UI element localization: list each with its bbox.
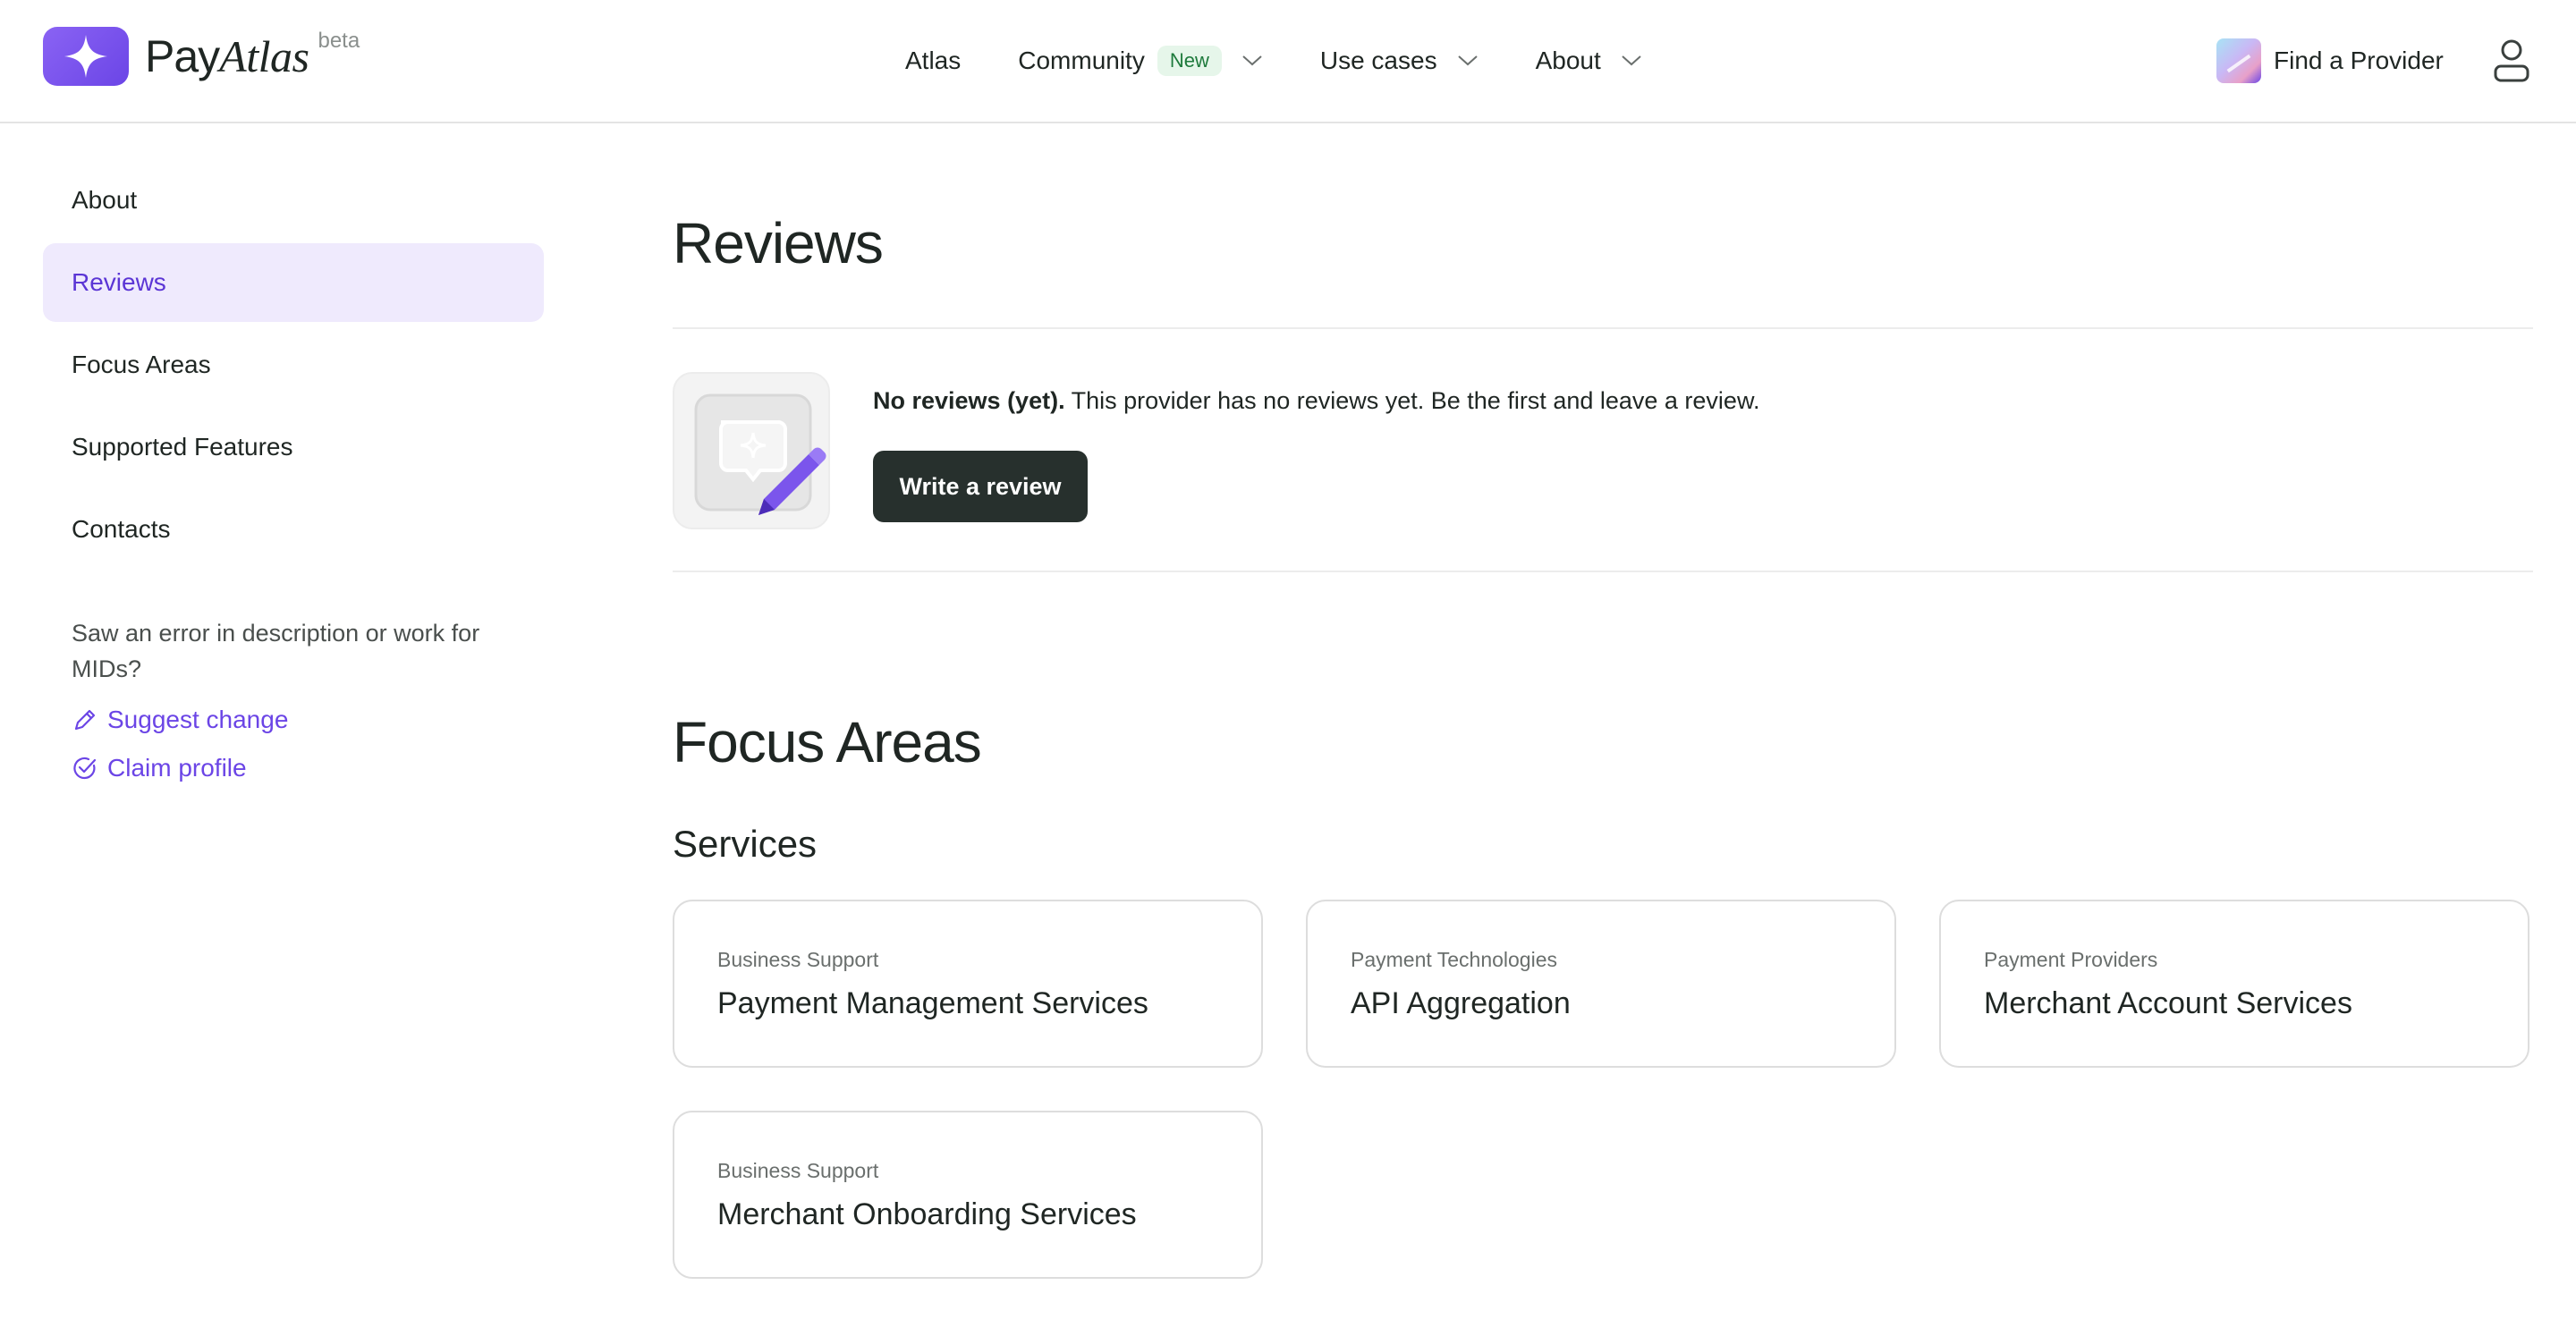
sidebar-item-reviews[interactable]: Reviews	[43, 243, 544, 322]
nav-item-atlas[interactable]: Atlas	[905, 47, 961, 75]
find-provider-icon	[2216, 38, 2261, 83]
chevron-down-icon	[1242, 55, 1262, 66]
main-content: Reviews No reviews (yet). This provider …	[673, 161, 2533, 1279]
reviews-heading: Reviews	[673, 211, 884, 275]
find-provider-label: Find a Provider	[2274, 47, 2444, 74]
nav-item-community[interactable]: Community New	[1018, 46, 1263, 76]
nav-item-use-cases[interactable]: Use cases	[1320, 47, 1479, 75]
review-empty-text: No reviews (yet). This provider has no r…	[873, 383, 1759, 522]
logo-atlas-text: Atlas	[219, 31, 309, 81]
service-category: Payment Technologies	[1351, 948, 1557, 971]
beta-label: beta	[318, 29, 360, 53]
sidebar-item-supported-features[interactable]: Supported Features	[43, 408, 544, 486]
services-heading: Services	[673, 823, 818, 865]
sidebar-item-about[interactable]: About	[43, 161, 544, 240]
error-report-note: Saw an error in description or work for …	[72, 620, 480, 682]
nav-item-label: Use cases	[1319, 47, 1437, 74]
sidebar-item-label: Focus Areas	[72, 351, 211, 378]
service-category: Payment Providers	[1984, 948, 2158, 971]
service-category: Business Support	[717, 1159, 879, 1182]
logo-wordmark: Pay Atlas	[145, 30, 309, 82]
sidebar-item-contacts[interactable]: Contacts	[43, 490, 544, 569]
sidebar-item-label: Supported Features	[72, 433, 293, 461]
service-category: Business Support	[717, 948, 879, 971]
suggest-change-link[interactable]: Suggest change	[43, 696, 544, 744]
service-title: Payment Management Services	[717, 986, 1148, 1020]
no-reviews-bold: No reviews (yet).	[873, 387, 1065, 414]
write-review-button[interactable]: Write a review	[873, 451, 1088, 522]
nav-item-label: Atlas	[905, 47, 962, 74]
nav-item-label: Community	[1018, 47, 1145, 74]
service-card[interactable]: Payment Providers Merchant Account Servi…	[1939, 900, 2529, 1068]
service-title: Merchant Onboarding Services	[717, 1197, 1137, 1231]
claim-profile-label: Claim profile	[107, 754, 247, 782]
user-icon	[2494, 39, 2529, 82]
review-illustration-icon	[673, 372, 830, 529]
focus-areas-heading: Focus Areas	[673, 710, 982, 774]
service-card[interactable]: Payment Technologies API Aggregation	[1306, 900, 1896, 1068]
new-badge: New	[1157, 46, 1222, 76]
suggest-change-label: Suggest change	[107, 706, 289, 733]
sidebar-item-label: Contacts	[72, 515, 171, 543]
service-card[interactable]: Business Support Merchant Onboarding Ser…	[673, 1111, 1263, 1279]
nav-item-label: About	[1535, 47, 1601, 74]
empty-reviews-block: No reviews (yet). This provider has no r…	[673, 329, 2533, 571]
sparkle-logo-icon	[43, 27, 129, 86]
chevron-down-icon	[1457, 55, 1478, 66]
top-header: Pay Atlas beta Atlas Community New Use ca…	[0, 0, 2576, 123]
profile-sidebar: About Reviews Focus Areas Supported Feat…	[43, 161, 544, 792]
main-nav: Atlas Community New Use cases About	[905, 36, 1699, 86]
sidebar-item-label: About	[72, 186, 138, 214]
logo-pay-text: Pay	[145, 31, 220, 81]
claim-profile-link[interactable]: Claim profile	[43, 744, 544, 792]
no-reviews-message: No reviews (yet). This provider has no r…	[873, 383, 1759, 419]
chevron-down-icon	[1622, 55, 1641, 66]
sidebar-item-label: Reviews	[72, 268, 166, 296]
user-account-button[interactable]	[2490, 38, 2533, 84]
service-title: Merchant Account Services	[1984, 986, 2352, 1020]
nav-item-about[interactable]: About	[1536, 47, 1642, 75]
service-card[interactable]: Business Support Payment Management Serv…	[673, 900, 1263, 1068]
payatlas-logo[interactable]: Pay Atlas beta	[43, 27, 360, 86]
service-title: API Aggregation	[1351, 986, 1571, 1020]
services-grid: Business Support Payment Management Serv…	[673, 900, 2533, 1279]
divider	[673, 571, 2533, 572]
pencil-icon	[74, 709, 96, 731]
no-reviews-rest: This provider has no reviews yet. Be the…	[1064, 387, 1760, 414]
check-circle-icon	[73, 757, 97, 780]
sidebar-item-focus-areas[interactable]: Focus Areas	[43, 326, 544, 404]
find-provider-link[interactable]: Find a Provider	[2216, 36, 2444, 86]
